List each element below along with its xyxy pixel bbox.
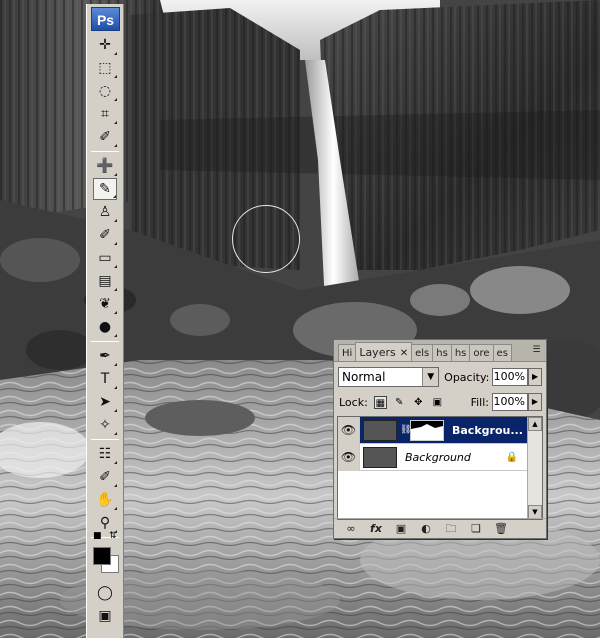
tools-panel: Ps ✛ ⬚ ◌ ⌗ ✐ ➕ ✎ ♙ ✐ ▭ ▤ ❦ ● ✒ T ➤ ✧ ☷ ✐ ✋ ⚲ ■ ⇅ ◯ ▣	[86, 4, 124, 638]
tab-layers[interactable]: Layers ✕	[355, 342, 413, 361]
scroll-up-icon[interactable]: ▲	[528, 417, 542, 431]
gradient-tool-icon[interactable]: ▤	[93, 270, 117, 292]
panel-menu-icon[interactable]: ☰	[530, 344, 543, 357]
layer-row-background[interactable]: 👁 Background 🔒	[338, 443, 542, 471]
close-icon[interactable]: ✕	[400, 348, 408, 359]
move-tool-icon[interactable]: ✛	[93, 34, 117, 56]
tools-divider	[91, 151, 119, 152]
chevron-down-icon: ▼	[422, 368, 439, 386]
layer-name: Background	[405, 450, 471, 464]
notes-tool-icon[interactable]: ☷	[93, 443, 117, 465]
adjustment-layer-icon[interactable]: ◐	[419, 522, 433, 536]
layer-thumbnail	[363, 446, 397, 468]
link-icon[interactable]: ⛓	[400, 425, 411, 435]
lock-transparency-icon[interactable]: ▦	[373, 395, 387, 409]
eye-icon[interactable]: 👁	[338, 443, 360, 471]
blend-mode-value: Normal	[342, 370, 386, 384]
layers-scrollbar[interactable]: ▲ ▼	[527, 417, 542, 519]
brush-cursor	[232, 205, 300, 273]
default-colors-icon[interactable]: ■	[93, 531, 102, 541]
layer-name: Backgrou...	[452, 423, 523, 437]
custom-shape-tool-icon[interactable]: ✧	[93, 414, 117, 436]
type-tool-icon[interactable]: T	[93, 368, 117, 390]
lasso-tool-icon[interactable]: ◌	[93, 80, 117, 102]
blend-mode-select[interactable]: Normal ▼	[338, 367, 440, 387]
opacity-field[interactable]: 100%	[492, 368, 529, 386]
color-sampler-tool-icon[interactable]: ✐	[93, 466, 117, 488]
tools-divider	[91, 439, 119, 440]
add-mask-icon[interactable]: ▣	[394, 522, 408, 536]
new-group-icon[interactable]: 🗀	[444, 522, 458, 536]
lock-pixels-icon[interactable]: ✎	[393, 396, 406, 409]
eraser-tool-icon[interactable]: ▭	[93, 247, 117, 269]
eye-icon[interactable]: 👁	[338, 416, 360, 444]
screen-mode-icon[interactable]: ▣	[93, 605, 117, 627]
fill-label: Fill:	[470, 395, 489, 409]
lock-icon: 🔒	[505, 451, 518, 463]
layers-footer: ∞ fx ▣ ◐ 🗀 ❏ 🗑	[334, 518, 546, 538]
tab-tool-presets[interactable]: ore	[469, 344, 494, 361]
path-selection-tool-icon[interactable]: ➤	[93, 391, 117, 413]
tools-divider	[91, 341, 119, 342]
tab-styles[interactable]: es	[492, 344, 512, 361]
layers-list: 👁 ⛓ Backgrou... 👁 Background 🔒 ▲ ▼	[337, 416, 543, 520]
dodge-tool-icon[interactable]: ●	[93, 316, 117, 338]
lock-all-icon[interactable]: ▣	[431, 396, 444, 409]
hand-tool-icon[interactable]: ✋	[93, 489, 117, 511]
blur-tool-icon[interactable]: ❦	[93, 293, 117, 315]
new-layer-icon[interactable]: ❏	[469, 522, 483, 536]
tab-paths[interactable]: hs	[432, 344, 452, 361]
panel-tabs: Hi Layers ✕ els hs hs ore es ☰	[334, 340, 546, 362]
layer-row-background-copy[interactable]: 👁 ⛓ Backgrou...	[338, 416, 542, 444]
quick-mask-icon[interactable]: ◯	[93, 582, 117, 604]
pen-tool-icon[interactable]: ✒	[93, 345, 117, 367]
foreground-color-swatch[interactable]	[93, 547, 111, 565]
trash-icon[interactable]: 🗑	[494, 522, 508, 536]
crop-tool-icon[interactable]: ⌗	[93, 103, 117, 125]
link-layers-icon[interactable]: ∞	[344, 522, 358, 536]
opacity-slider-arrow-icon[interactable]: ▶	[528, 368, 542, 386]
brush-tool-icon[interactable]: ✎	[93, 178, 117, 200]
fill-slider-arrow-icon[interactable]: ▶	[528, 393, 542, 411]
opacity-label: Opacity:	[444, 370, 490, 384]
tab-channels[interactable]: els	[411, 344, 434, 361]
swap-colors-icon[interactable]: ⇅	[109, 531, 117, 541]
fill-field[interactable]: 100%	[492, 393, 528, 411]
lock-label: Lock:	[339, 395, 368, 409]
healing-brush-tool-icon[interactable]: ➕	[93, 155, 117, 177]
layer-style-fx-icon[interactable]: fx	[369, 522, 383, 536]
layer-mask-thumbnail[interactable]	[410, 419, 444, 441]
tab-brushes[interactable]: hs	[450, 344, 471, 361]
scroll-down-icon[interactable]: ▼	[528, 505, 542, 519]
history-brush-tool-icon[interactable]: ✐	[93, 224, 117, 246]
marquee-tool-icon[interactable]: ⬚	[93, 57, 117, 79]
layer-thumbnail	[363, 419, 397, 441]
lock-position-icon[interactable]: ✥	[412, 396, 425, 409]
color-swatches: ■ ⇅	[87, 531, 123, 581]
tab-history[interactable]: Hi	[338, 344, 357, 361]
photoshop-logo[interactable]: Ps	[91, 7, 120, 31]
layers-panel: Hi Layers ✕ els hs hs ore es ☰ Normal ▼ O…	[333, 339, 547, 539]
clone-stamp-tool-icon[interactable]: ♙	[93, 201, 117, 223]
eyedropper-tool-icon[interactable]: ✐	[93, 126, 117, 148]
